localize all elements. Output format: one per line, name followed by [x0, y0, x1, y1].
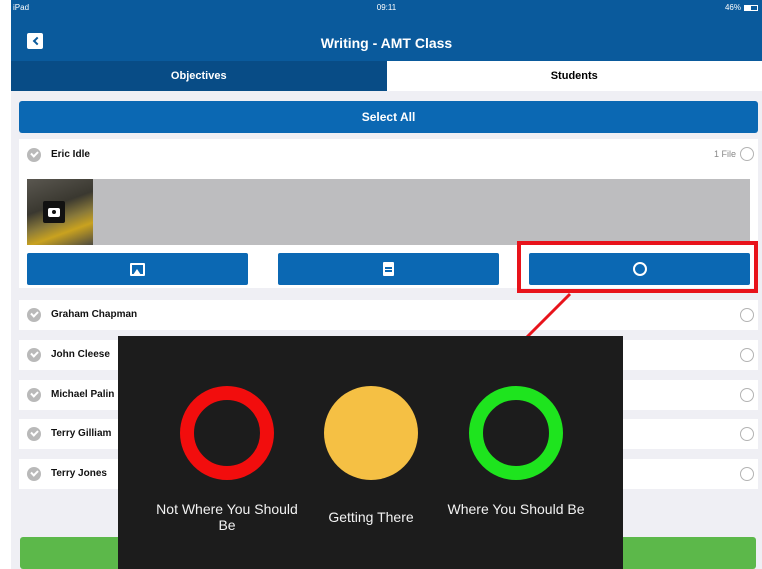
- student-name: John Cleese: [51, 349, 110, 360]
- status-battery: 46%: [725, 3, 758, 12]
- radio-icon[interactable]: [740, 348, 754, 362]
- camera-icon: [48, 207, 60, 217]
- choice-label: Not Where You Should Be: [156, 501, 298, 533]
- check-icon[interactable]: [27, 308, 41, 322]
- red-ring-icon: [180, 386, 274, 480]
- choice-label: Getting There: [328, 509, 414, 525]
- notes-button[interactable]: [278, 253, 499, 285]
- radio-icon[interactable]: [740, 308, 754, 322]
- check-icon[interactable]: [27, 467, 41, 481]
- tab-bar: Objectives Students: [11, 61, 762, 91]
- tab-students[interactable]: Students: [386, 61, 762, 91]
- radio-icon[interactable]: [740, 147, 754, 161]
- select-all-button[interactable]: Select All: [19, 101, 758, 133]
- battery-icon: [744, 4, 758, 11]
- choice-getting-there[interactable]: Getting There: [294, 336, 444, 569]
- radio-icon[interactable]: [740, 467, 754, 481]
- gallery-button[interactable]: [27, 253, 248, 285]
- status-time: 09:11: [376, 3, 397, 12]
- page-title: Writing - AMT Class: [320, 35, 453, 51]
- list-item[interactable]: Graham Chapman: [19, 300, 758, 330]
- media-strip: [27, 179, 750, 245]
- student-name: Graham Chapman: [51, 309, 138, 320]
- check-icon[interactable]: [27, 348, 41, 362]
- check-icon[interactable]: [27, 148, 41, 162]
- radio-icon[interactable]: [740, 427, 754, 441]
- battery-percent: 46%: [724, 3, 741, 12]
- status-bar: iPad 09:11 46%: [11, 0, 762, 17]
- highlight-annotation: [517, 241, 758, 293]
- choice-not-where[interactable]: Not Where You Should Be: [150, 336, 300, 569]
- camera-button[interactable]: [43, 201, 65, 223]
- photo-thumbnail[interactable]: [27, 179, 93, 245]
- check-icon[interactable]: [27, 388, 41, 402]
- image-icon: [130, 262, 145, 276]
- assessment-popup: Not Where You Should Be Getting There Wh…: [118, 336, 623, 569]
- green-ring-icon: [469, 386, 563, 480]
- note-icon: [383, 262, 394, 276]
- student-name: Eric Idle: [51, 149, 90, 160]
- check-icon[interactable]: [27, 427, 41, 441]
- student-name: Michael Palin: [51, 389, 115, 400]
- radio-icon[interactable]: [740, 388, 754, 402]
- choice-label: Where You Should Be: [447, 501, 585, 517]
- choice-where-should-be[interactable]: Where You Should Be: [439, 336, 589, 569]
- tab-objectives[interactable]: Objectives: [11, 61, 387, 91]
- student-name: Terry Jones: [51, 468, 107, 479]
- yellow-circle-icon: [324, 386, 418, 480]
- file-count-label: 1 File: [713, 149, 736, 159]
- student-name: Terry Gilliam: [51, 428, 112, 439]
